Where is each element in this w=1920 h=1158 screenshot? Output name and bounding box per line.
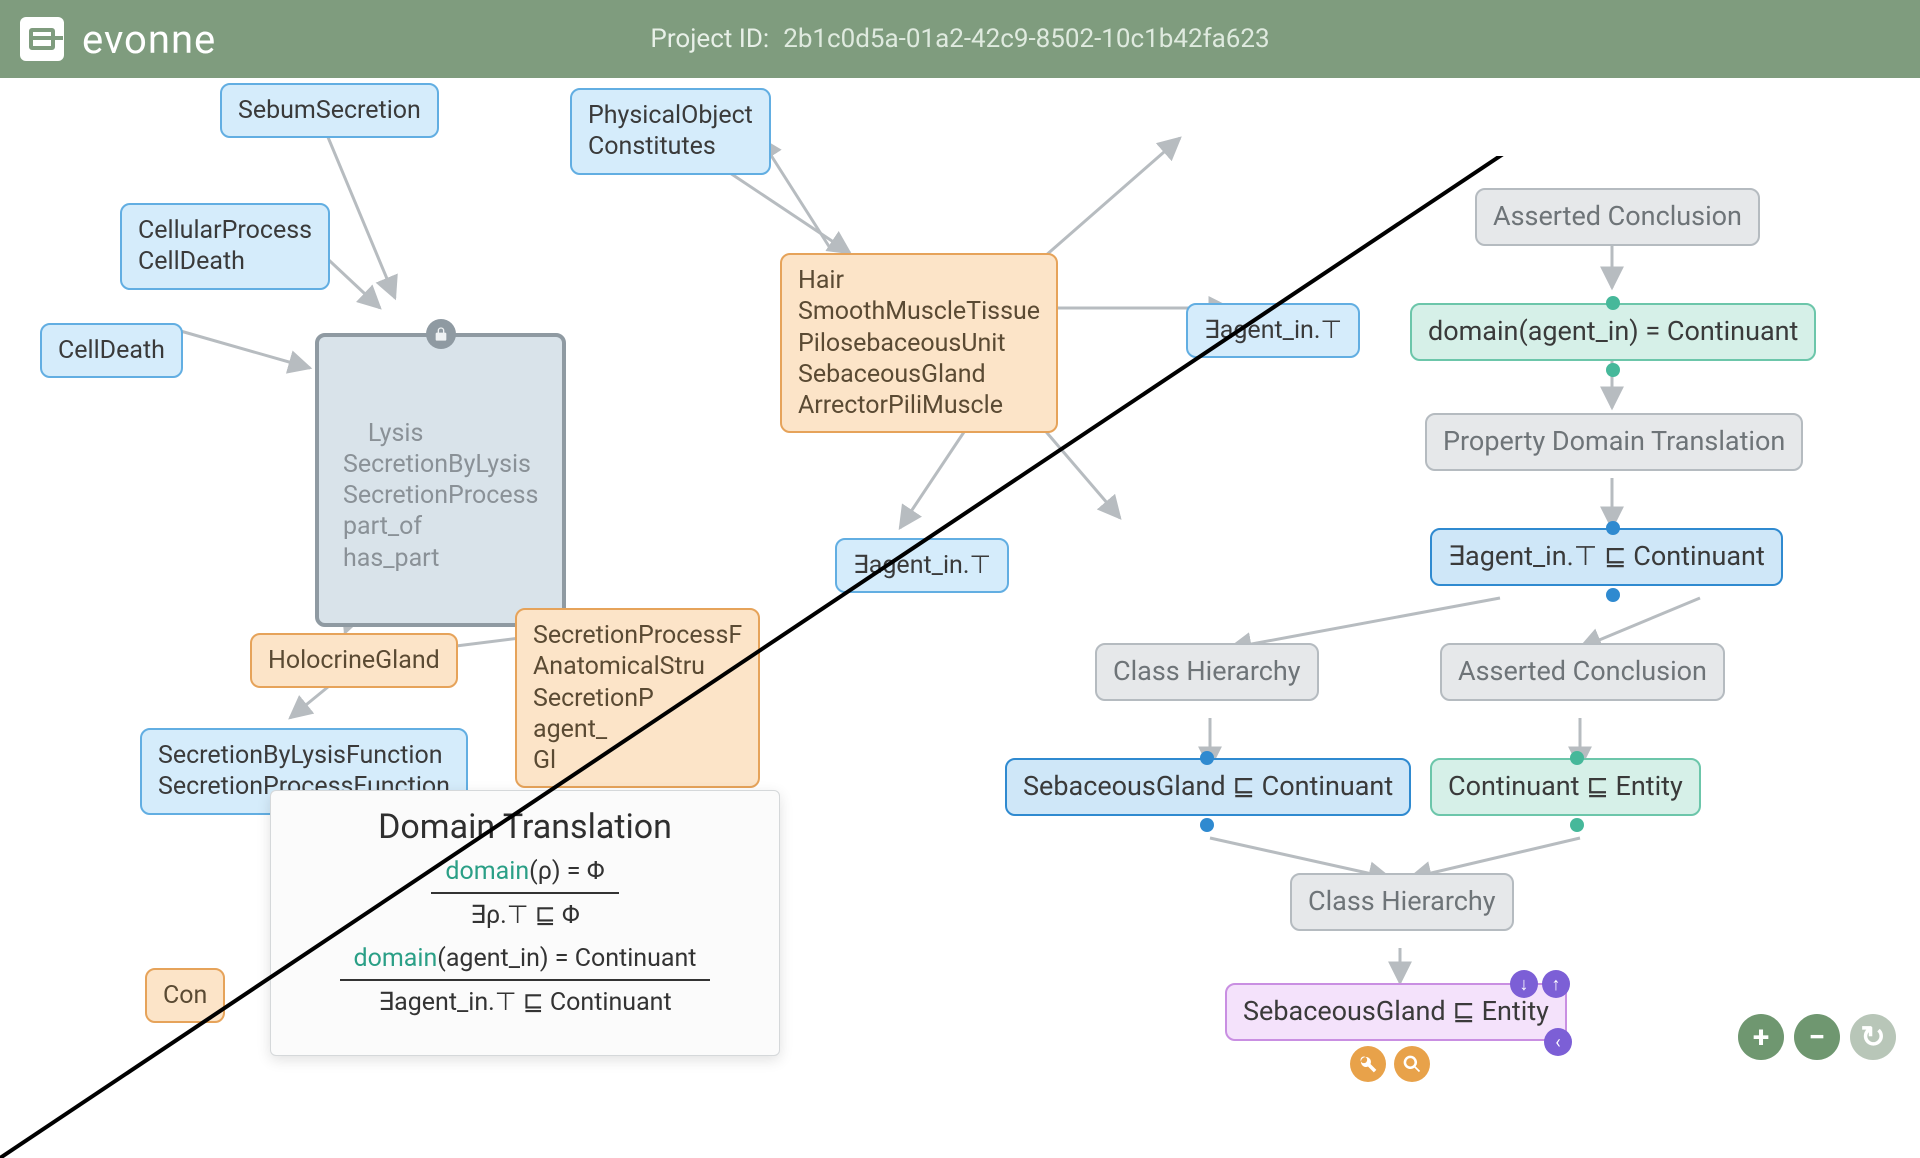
node-continuant-entity[interactable]: Continuant ⊑ Entity [1430,758,1701,816]
node-holocrine[interactable]: HolocrineGland [250,633,458,688]
app-logo-icon [20,17,64,61]
node-continuant-partial[interactable]: Con [145,968,225,1023]
zoom-out-button[interactable]: − [1794,1014,1840,1060]
tooltip-title: Domain Translation [299,807,751,847]
zoom-controls: + − ↻ [1738,1014,1896,1060]
connector-dot [1606,588,1620,602]
node-sebum-secretion[interactable]: SebumSecretion [220,83,439,138]
connector-dot [1606,296,1620,310]
logo-block: evonne [20,16,216,63]
node-asserted-conclusion-2[interactable]: Asserted Conclusion [1440,643,1725,701]
node-agent-in-mid[interactable]: ∃agent_in.⊤ [835,538,1009,593]
connector-dot [1606,521,1620,535]
app-name: evonne [82,16,216,63]
canvas[interactable]: SebumSecretion PhysicalObject Constitute… [0,78,1920,1080]
node-physical-object[interactable]: PhysicalObject Constitutes [570,88,771,175]
rule-tooltip: Domain Translation domain(ρ) = Φ ∃ρ.⊤ ⊑ … [270,790,780,1056]
connector-dot [1570,751,1584,765]
node-asserted-conclusion-1[interactable]: Asserted Conclusion [1475,188,1760,246]
node-lysis-group-text: Lysis SecretionByLysis SecretionProcess … [343,419,538,573]
node-domain-equation[interactable]: domain(agent_in) = Continuant [1410,303,1816,361]
project-id-value: 2b1c0d5a-01a2-42c9-8502-10c1b42fa623 [783,24,1269,54]
node-sebaceous-continuant[interactable]: SebaceousGland ⊑ Continuant [1005,758,1411,816]
zoom-reset-button[interactable]: ↻ [1850,1014,1896,1060]
zoom-in-button[interactable]: + [1738,1014,1784,1060]
node-secretion-process-group[interactable]: SecretionProcessF AnatomicalStru Secreti… [515,608,760,788]
node-cell-death[interactable]: CellDeath [40,323,183,378]
connector-dot [1606,363,1620,377]
node-class-hierarchy-1[interactable]: Class Hierarchy [1095,643,1319,701]
tooltip-rule-schema: domain(ρ) = Φ ∃ρ.⊤ ⊑ Φ [299,857,751,930]
node-lysis-group-locked[interactable]: Lysis SecretionByLysis SecretionProcess … [315,333,566,627]
nav-down-icon[interactable]: ↓ [1510,970,1538,998]
lock-icon [426,319,456,349]
node-property-domain-translation[interactable]: Property Domain Translation [1425,413,1803,471]
node-toolbar [1350,1046,1430,1082]
tooltip-rule-instance: domain(agent_in) = Continuant ∃agent_in.… [299,944,751,1017]
app-header: evonne Project ID: 2b1c0d5a-01a2-42c9-85… [0,0,1920,78]
node-agent-subclass[interactable]: ∃agent_in.⊤ ⊑ Continuant [1430,528,1783,586]
node-agent-in-top-left[interactable]: ∃agent_in.⊤ [1186,303,1360,358]
magnifier-icon[interactable] [1394,1046,1430,1082]
node-cellular-process[interactable]: CellularProcess CellDeath [120,203,330,290]
node-hair-group[interactable]: Hair SmoothMuscleTissue PilosebaceousUni… [780,253,1058,433]
connector-dot [1570,818,1584,832]
node-class-hierarchy-2[interactable]: Class Hierarchy [1290,873,1514,931]
project-id: Project ID: 2b1c0d5a-01a2-42c9-8502-10c1… [650,24,1269,54]
wrench-icon[interactable] [1350,1046,1386,1082]
nav-back-icon[interactable]: ‹ [1544,1028,1572,1056]
connector-dot [1200,751,1214,765]
connector-dot [1200,818,1214,832]
nav-up-icon[interactable]: ↑ [1542,970,1570,998]
project-id-label: Project ID: [650,24,769,54]
